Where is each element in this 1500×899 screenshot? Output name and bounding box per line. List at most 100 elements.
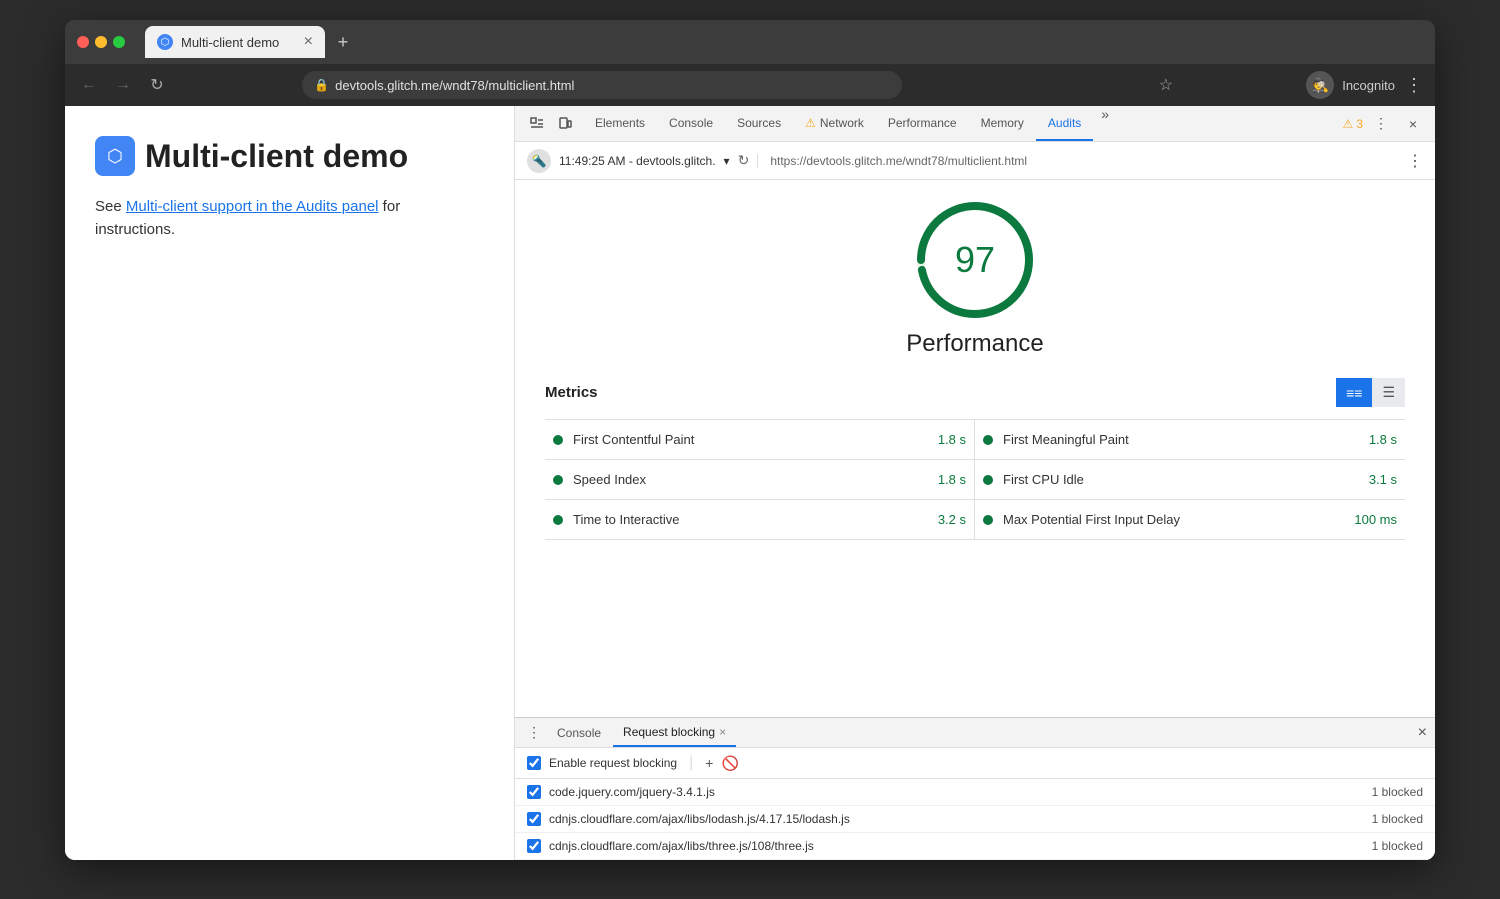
request-blocking-bar: Enable request blocking | + 🚫 bbox=[515, 748, 1435, 779]
metric-dot bbox=[553, 435, 563, 445]
main-content: ⬡ Multi-client demo See Multi-client sup… bbox=[65, 106, 1435, 860]
blocking-count-3: 1 blocked bbox=[1372, 839, 1423, 853]
browser-tab[interactable]: ⬡ Multi-client demo × bbox=[145, 26, 325, 58]
url-bar[interactable]: 🔒 devtools.glitch.me/wndt78/multiclient.… bbox=[302, 71, 902, 99]
metrics-header: Metrics ≡≡ ☰ bbox=[545, 378, 1405, 407]
run-dropdown[interactable]: ▾ bbox=[724, 154, 730, 168]
incognito-label: Incognito bbox=[1342, 78, 1395, 93]
incognito-area: 🕵 Incognito bbox=[1306, 71, 1395, 99]
audits-panel-link[interactable]: Multi-client support in the Audits panel bbox=[126, 198, 379, 215]
title-bar: ⬡ Multi-client demo × + bbox=[65, 20, 1435, 64]
page-title: Multi-client demo bbox=[145, 138, 408, 175]
tab-elements[interactable]: Elements bbox=[583, 106, 657, 141]
blocking-count-1: 1 blocked bbox=[1372, 785, 1423, 799]
metrics-view-toggle: ≡≡ ☰ bbox=[1336, 378, 1405, 407]
devtools-close-button[interactable]: × bbox=[1399, 110, 1427, 138]
score-number: 97 bbox=[955, 239, 995, 281]
address-bar: ← → ↻ 🔒 devtools.glitch.me/wndt78/multic… bbox=[65, 64, 1435, 106]
metric-dot bbox=[983, 475, 993, 485]
description-before: See bbox=[95, 198, 126, 215]
metric-row: First Contentful Paint 1.8 s First Meani… bbox=[545, 420, 1405, 460]
url-text: devtools.glitch.me/wndt78/multiclient.ht… bbox=[335, 78, 574, 93]
toggle-list-button[interactable]: ☰ bbox=[1372, 378, 1405, 407]
metric-value: 1.8 s bbox=[1369, 432, 1397, 447]
inspect-element-button[interactable] bbox=[523, 110, 551, 138]
incognito-icon: 🕵 bbox=[1306, 71, 1334, 99]
add-blocking-button[interactable]: + bbox=[705, 755, 713, 771]
metric-speed-index: Speed Index 1.8 s bbox=[545, 460, 975, 499]
close-traffic-light[interactable] bbox=[77, 36, 89, 48]
blocking-item: code.jquery.com/jquery-3.4.1.js 1 blocke… bbox=[515, 779, 1435, 806]
minimize-traffic-light[interactable] bbox=[95, 36, 107, 48]
tab-performance[interactable]: Performance bbox=[876, 106, 969, 141]
tab-title: Multi-client demo bbox=[181, 35, 279, 50]
enable-blocking-label: Enable request blocking bbox=[549, 756, 677, 770]
bookmark-icon[interactable]: ☆ bbox=[1159, 75, 1173, 95]
tab-console[interactable]: Console bbox=[657, 106, 725, 141]
metric-name: Speed Index bbox=[573, 472, 928, 487]
warning-triangle-icon: ⚠ bbox=[1343, 117, 1354, 131]
device-toolbar-button[interactable] bbox=[551, 110, 579, 138]
run-refresh-button[interactable]: ↻ bbox=[738, 152, 750, 169]
tab-favicon: ⬡ bbox=[157, 34, 173, 50]
metric-name: First CPU Idle bbox=[1003, 472, 1359, 487]
lock-icon: 🔒 bbox=[314, 78, 329, 92]
browser-window: ⬡ Multi-client demo × + ← → ↻ 🔒 devtools… bbox=[65, 20, 1435, 860]
drawer-menu-button[interactable]: ⋮ bbox=[523, 724, 545, 741]
new-tab-button[interactable]: + bbox=[329, 28, 357, 56]
devtools-right-actions: ⚠ 3 ⋮ × bbox=[1343, 110, 1427, 138]
logo-icon: ⬡ bbox=[95, 136, 135, 176]
audit-run-bar: 🔦 11:49:25 AM - devtools.glitch. ▾ ↻ htt… bbox=[515, 142, 1435, 180]
drawer-tab-close[interactable]: × bbox=[719, 725, 726, 739]
drawer-content: Enable request blocking | + 🚫 code.jquer… bbox=[515, 748, 1435, 860]
audit-more-button[interactable]: ⋮ bbox=[1407, 151, 1423, 171]
metric-name: Max Potential First Input Delay bbox=[1003, 512, 1344, 527]
maximize-traffic-light[interactable] bbox=[113, 36, 125, 48]
forward-button[interactable]: → bbox=[111, 76, 135, 94]
score-label: Performance bbox=[545, 330, 1405, 358]
metric-max-potential-fid: Max Potential First Input Delay 100 ms bbox=[975, 500, 1405, 539]
reload-button[interactable]: ↻ bbox=[145, 75, 169, 95]
toggle-grid-button[interactable]: ≡≡ bbox=[1336, 378, 1372, 407]
tab-network[interactable]: ⚠ Network bbox=[793, 106, 876, 141]
devtools-panel: Elements Console Sources ⚠ Network Perfo… bbox=[515, 106, 1435, 860]
tab-memory[interactable]: Memory bbox=[969, 106, 1036, 141]
back-button[interactable]: ← bbox=[77, 76, 101, 94]
run-time-text: 11:49:25 AM - devtools.glitch. bbox=[559, 154, 716, 168]
blocking-item-checkbox-2[interactable] bbox=[527, 812, 541, 826]
lighthouse-icon: 🔦 bbox=[527, 149, 551, 173]
enable-blocking-checkbox[interactable] bbox=[527, 756, 541, 770]
metric-name: First Contentful Paint bbox=[573, 432, 928, 447]
drawer-tab-console[interactable]: Console bbox=[547, 718, 611, 747]
blocking-item-text-1: code.jquery.com/jquery-3.4.1.js bbox=[549, 785, 1364, 799]
tab-close-button[interactable]: × bbox=[304, 34, 313, 50]
blocking-item-checkbox-1[interactable] bbox=[527, 785, 541, 799]
page-logo: ⬡ Multi-client demo bbox=[95, 136, 484, 176]
audits-main: 97 Performance Metrics ≡≡ ☰ bbox=[515, 180, 1435, 717]
bottom-drawer: ⋮ Console Request blocking × × bbox=[515, 717, 1435, 860]
tab-bar: ⬡ Multi-client demo × + bbox=[145, 26, 1423, 58]
browser-menu-button[interactable]: ⋮ bbox=[1405, 75, 1423, 96]
metrics-grid: First Contentful Paint 1.8 s First Meani… bbox=[545, 419, 1405, 540]
drawer-close-button[interactable]: × bbox=[1418, 724, 1427, 742]
block-button[interactable]: 🚫 bbox=[721, 755, 738, 772]
metric-name: Time to Interactive bbox=[573, 512, 928, 527]
more-tabs-button[interactable]: » bbox=[1095, 106, 1115, 141]
devtools-settings-button[interactable]: ⋮ bbox=[1367, 110, 1395, 138]
audit-url: https://devtools.glitch.me/wndt78/multic… bbox=[757, 154, 1399, 168]
metric-name: First Meaningful Paint bbox=[1003, 432, 1359, 447]
network-warning-icon: ⚠ bbox=[805, 116, 816, 130]
warning-count: 3 bbox=[1356, 117, 1363, 131]
drawer-tab-request-blocking[interactable]: Request blocking × bbox=[613, 718, 736, 747]
metric-row: Time to Interactive 3.2 s Max Potential … bbox=[545, 500, 1405, 540]
blocking-item-text-3: cdnjs.cloudflare.com/ajax/libs/three.js/… bbox=[549, 839, 1364, 853]
blocking-item-checkbox-3[interactable] bbox=[527, 839, 541, 853]
blocking-item: cdnjs.cloudflare.com/ajax/libs/lodash.js… bbox=[515, 806, 1435, 833]
blocking-item-text-2: cdnjs.cloudflare.com/ajax/libs/lodash.js… bbox=[549, 812, 1364, 826]
warning-badge: ⚠ 3 bbox=[1343, 117, 1363, 131]
metric-first-contentful-paint: First Contentful Paint 1.8 s bbox=[545, 420, 975, 459]
devtools-toolbar: Elements Console Sources ⚠ Network Perfo… bbox=[515, 106, 1435, 142]
tab-audits[interactable]: Audits bbox=[1036, 106, 1093, 141]
metric-row: Speed Index 1.8 s First CPU Idle 3.1 s bbox=[545, 460, 1405, 500]
tab-sources[interactable]: Sources bbox=[725, 106, 793, 141]
